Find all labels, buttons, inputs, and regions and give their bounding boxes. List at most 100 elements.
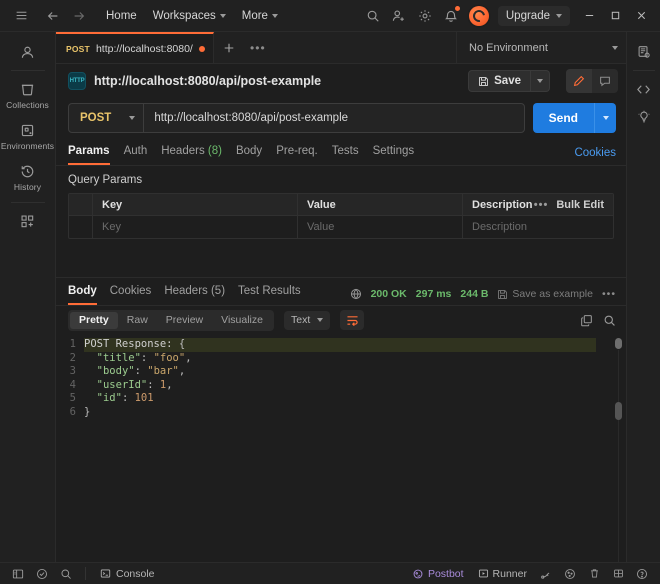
center-panel: POST http://localhost:8080/ ••• No Envir… — [56, 32, 626, 562]
bulk-edit-button[interactable]: Bulk Edit — [556, 199, 604, 211]
tab-headers[interactable]: Headers (8) — [161, 145, 222, 165]
hamburger-icon[interactable] — [8, 3, 34, 29]
sidebar-item-collections[interactable]: Collections — [2, 75, 54, 116]
line-number: 3 — [56, 365, 76, 379]
home-menu[interactable]: Home — [98, 6, 145, 26]
view-mode-preview[interactable]: Preview — [157, 312, 212, 329]
tab-options-icon[interactable]: ••• — [244, 32, 272, 63]
response-time: 297 ms — [416, 288, 452, 300]
sidebar-item-history[interactable]: History — [2, 157, 54, 198]
bulk-edit-group: ••• Bulk Edit — [534, 199, 613, 211]
param-description-input[interactable]: Description — [463, 216, 613, 238]
cookies-link[interactable]: Cookies — [574, 147, 616, 165]
help-circle-icon[interactable] — [632, 565, 652, 583]
minimize-icon[interactable] — [576, 3, 602, 29]
bell-icon[interactable] — [438, 3, 464, 29]
select-all-checkbox-cell[interactable] — [69, 194, 93, 215]
url-input[interactable]: http://localhost:8080/api/post-example — [144, 112, 523, 124]
save-as-example-button[interactable]: Save as example — [497, 288, 593, 300]
param-key-input[interactable]: Key — [93, 216, 298, 238]
method-selector[interactable]: POST — [69, 104, 144, 132]
gear-icon[interactable] — [412, 3, 438, 29]
lightbulb-icon[interactable] — [630, 103, 658, 131]
unsaved-indicator — [199, 46, 205, 52]
search-icon[interactable] — [360, 3, 386, 29]
environment-quicklook-icon[interactable] — [630, 38, 658, 66]
url-box: POST http://localhost:8080/api/post-exam… — [68, 103, 525, 133]
scrollbar-thumb[interactable] — [615, 402, 622, 420]
upgrade-button[interactable]: Upgrade — [498, 6, 570, 26]
sidebar-item-new-apis[interactable] — [2, 207, 54, 235]
code-token: "bar" — [147, 365, 179, 377]
search-icon[interactable] — [56, 565, 76, 583]
column-header-description-label: Description — [472, 199, 533, 211]
more-menu[interactable]: More — [234, 6, 286, 26]
maximize-icon[interactable] — [602, 3, 628, 29]
panel-toggle-icon[interactable] — [8, 565, 28, 583]
sidebar-item-profile[interactable] — [2, 38, 54, 66]
comment-icon[interactable] — [592, 69, 618, 93]
back-arrow-icon[interactable] — [40, 3, 66, 29]
trash-icon[interactable] — [584, 565, 604, 583]
new-tab-button[interactable] — [214, 32, 244, 63]
tab-tests[interactable]: Tests — [332, 145, 359, 165]
tab-params[interactable]: Params — [68, 145, 110, 165]
response-panel: Body Cookies Headers (5) Test Results 20… — [56, 277, 626, 562]
response-tab-test-results[interactable]: Test Results — [238, 285, 301, 305]
response-format-selector[interactable]: Text — [284, 311, 330, 330]
response-tab-cookies[interactable]: Cookies — [110, 285, 152, 305]
console-button[interactable]: Console — [95, 566, 160, 582]
workspaces-menu[interactable]: Workspaces — [145, 6, 234, 26]
response-body-line: "title": "foo", — [84, 352, 626, 366]
postbot-label: Postbot — [428, 568, 464, 580]
view-mode-pretty[interactable]: Pretty — [70, 312, 118, 329]
tab-label: Body — [236, 145, 262, 157]
runner-button[interactable]: Runner — [473, 566, 532, 582]
response-body-viewer[interactable]: 1 2 3 4 5 6 POST Response: { "title": "f… — [56, 334, 626, 562]
row-checkbox-cell[interactable] — [69, 216, 93, 238]
response-tab-body[interactable]: Body — [68, 285, 97, 305]
send-button[interactable]: Send — [533, 103, 594, 133]
close-icon[interactable] — [628, 3, 654, 29]
save-options-button[interactable] — [531, 70, 550, 92]
copy-icon[interactable] — [580, 314, 593, 327]
environment-selector[interactable]: No Environment — [456, 32, 626, 63]
runner-label: Runner — [493, 568, 527, 580]
request-name[interactable]: http://localhost:8080/api/post-example — [94, 74, 321, 88]
request-tab[interactable]: POST http://localhost:8080/ — [56, 32, 214, 63]
cookies-icon[interactable] — [560, 565, 580, 583]
table-options-icon[interactable]: ••• — [534, 199, 549, 211]
user-avatar[interactable] — [469, 6, 489, 26]
code-brackets-icon[interactable] — [630, 75, 658, 103]
postbot-button[interactable]: Postbot — [407, 566, 469, 582]
send-options-button[interactable] — [594, 103, 616, 133]
param-value-input[interactable]: Value — [298, 216, 463, 238]
code-token: { — [179, 338, 185, 350]
capture-requests-icon[interactable] — [536, 565, 556, 583]
tab-pre-request[interactable]: Pre-req. — [276, 145, 318, 165]
tab-body[interactable]: Body — [236, 145, 262, 165]
environments-icon — [20, 123, 35, 138]
globe-icon[interactable] — [350, 288, 362, 300]
scrollbar-thumb-top[interactable] — [615, 338, 622, 349]
two-pane-icon[interactable] — [608, 565, 628, 583]
view-mode-raw[interactable]: Raw — [118, 312, 157, 329]
request-header: HTTP http://localhost:8080/api/post-exam… — [56, 64, 626, 98]
save-button[interactable]: Save — [468, 70, 531, 92]
response-more-icon[interactable]: ••• — [602, 288, 616, 300]
view-mode-visualize[interactable]: Visualize — [212, 312, 272, 329]
search-icon[interactable] — [603, 314, 616, 327]
response-tab-headers[interactable]: Headers (5) — [164, 285, 225, 305]
panel-splitter[interactable] — [56, 239, 626, 277]
check-circle-icon[interactable] — [32, 565, 52, 583]
tab-settings[interactable]: Settings — [373, 145, 415, 165]
home-label: Home — [106, 10, 137, 22]
play-icon — [478, 568, 489, 579]
invite-user-icon[interactable] — [386, 3, 412, 29]
sidebar-item-environments[interactable]: Environments — [2, 116, 54, 157]
tab-auth[interactable]: Auth — [124, 145, 148, 165]
wrap-lines-icon[interactable] — [340, 310, 364, 330]
forward-arrow-icon[interactable] — [66, 3, 92, 29]
table-row[interactable]: Key Value Description — [69, 216, 613, 238]
pencil-icon[interactable] — [566, 69, 592, 93]
